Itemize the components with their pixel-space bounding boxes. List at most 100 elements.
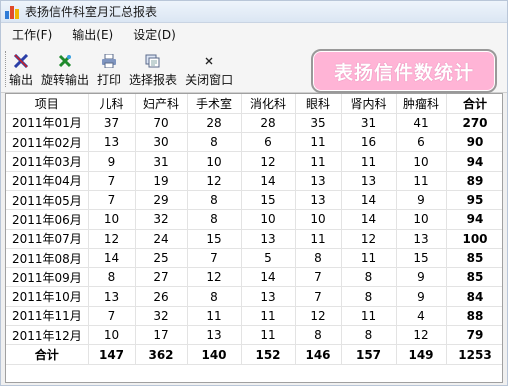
total-cell: 152: [241, 344, 296, 365]
table-cell: 7: [187, 248, 242, 269]
row-label-cell: 2011年02月: [6, 132, 89, 153]
table-cell: 11: [341, 248, 397, 269]
row-label-cell: 2011年03月: [6, 151, 89, 172]
print-label: 打印: [97, 73, 122, 87]
print-button[interactable]: 打印: [97, 53, 121, 88]
table-cell: 29: [135, 190, 188, 211]
toolbar: 输出 旋转输出 打印 选择报表 关闭窗口 表扬信件数统计: [1, 45, 507, 93]
table-cell: 26: [135, 286, 188, 307]
table-row[interactable]: 2011年06月 10 32 8 10 10 14 10 94: [6, 209, 502, 230]
row-total-cell: 85: [446, 267, 502, 288]
table-row[interactable]: 2011年11月 7 32 11 11 12 11 4 88: [6, 306, 502, 327]
table-cell: 32: [135, 209, 188, 230]
table-cell: 7: [88, 171, 136, 191]
table-row[interactable]: 2011年01月 37 70 28 28 35 31 41 270: [6, 113, 502, 134]
row-total-cell: 94: [446, 209, 502, 230]
total-label-cell: 合计: [6, 344, 89, 365]
column-header[interactable]: 肾内科: [341, 94, 397, 114]
column-header[interactable]: 项目: [6, 94, 89, 114]
table-cell: 13: [241, 229, 296, 249]
table-cell: 32: [135, 306, 188, 327]
total-cell: 146: [295, 344, 342, 365]
column-header[interactable]: 眼科: [295, 94, 342, 114]
table-cell: 11: [295, 151, 342, 172]
close-window-label: 关闭窗口: [185, 73, 234, 87]
table-cell: 37: [88, 113, 136, 134]
table-cell: 10: [396, 151, 447, 172]
table-row[interactable]: 2011年05月 7 29 8 15 13 14 9 95: [6, 190, 502, 211]
table-cell: 8: [187, 190, 242, 211]
menu-settings[interactable]: 设定(D): [130, 25, 179, 44]
table-row[interactable]: 2011年03月 9 31 10 12 11 11 10 94: [6, 151, 502, 172]
table-header-row: 项目 儿科 妇产科 手术室 消化科 眼科 肾内科 肿瘤科 合计: [6, 94, 502, 114]
table-cell: 8: [295, 325, 342, 346]
table-cell: 11: [187, 306, 242, 327]
table-cell: 35: [295, 113, 342, 134]
select-report-button[interactable]: 选择报表: [129, 53, 177, 88]
table-cell: 14: [241, 267, 296, 288]
table-cell: 12: [396, 325, 447, 346]
export-label: 输出: [9, 73, 34, 87]
table-cell: 31: [341, 113, 397, 134]
row-total-cell: 89: [446, 171, 502, 191]
table-cell: 6: [396, 132, 447, 153]
table-cell: 13: [88, 286, 136, 307]
table-cell: 13: [295, 171, 342, 191]
row-label-cell: 2011年06月: [6, 209, 89, 230]
column-header[interactable]: 儿科: [88, 94, 136, 114]
table-cell: 9: [88, 151, 136, 172]
table-cell: 27: [135, 267, 188, 288]
table-cell: 8: [187, 209, 242, 230]
table-cell: 13: [241, 286, 296, 307]
column-header[interactable]: 手术室: [187, 94, 242, 114]
table-row[interactable]: 2011年02月 13 30 8 6 11 16 6 90: [6, 132, 502, 153]
select-report-icon: [144, 53, 162, 69]
close-window-button[interactable]: 关闭窗口: [185, 53, 233, 88]
table-cell: 6: [241, 132, 296, 153]
table-cell: 16: [341, 132, 397, 153]
table-cell: 11: [341, 306, 397, 327]
table-cell: 11: [295, 132, 342, 153]
table-cell: 14: [341, 190, 397, 211]
rotate-export-button[interactable]: 旋转输出: [41, 53, 89, 88]
table-row[interactable]: 2011年12月 10 17 13 11 8 8 12 79: [6, 325, 502, 346]
table-cell: 8: [341, 286, 397, 307]
table-row[interactable]: 2011年10月 13 26 8 13 7 8 9 84: [6, 286, 502, 307]
export-button[interactable]: 输出: [9, 53, 33, 88]
total-cell: 157: [341, 344, 397, 365]
menu-export[interactable]: 输出(E): [69, 25, 116, 44]
menu-bar: 工作(F) 输出(E) 设定(D): [1, 23, 507, 45]
table-row[interactable]: 2011年07月 12 24 15 13 11 12 13 100: [6, 229, 502, 249]
table-cell: 7: [295, 286, 342, 307]
table-row[interactable]: 2011年08月 14 25 7 5 8 11 15 85: [6, 248, 502, 269]
table-cell: 11: [341, 151, 397, 172]
table-row[interactable]: 2011年04月 7 19 12 14 13 13 11 89: [6, 171, 502, 191]
toolbar-grip[interactable]: [5, 51, 8, 87]
report-table-container[interactable]: 项目 儿科 妇产科 手术室 消化科 眼科 肾内科 肿瘤科 合计 2011年01月…: [5, 93, 503, 383]
table-total-row[interactable]: 合计 147 362 140 152 146 157 149 1253: [6, 344, 502, 365]
stats-banner: 表扬信件数统计: [311, 49, 497, 93]
total-cell: 140: [187, 344, 242, 365]
row-label-cell: 2011年12月: [6, 325, 89, 346]
menu-work[interactable]: 工作(F): [9, 25, 55, 44]
table-cell: 15: [396, 248, 447, 269]
column-header[interactable]: 妇产科: [135, 94, 188, 114]
table-cell: 13: [88, 132, 136, 153]
table-cell: 11: [241, 306, 296, 327]
row-total-cell: 100: [446, 229, 502, 249]
column-header[interactable]: 消化科: [241, 94, 296, 114]
row-label-cell: 2011年09月: [6, 267, 89, 288]
table-cell: 15: [187, 229, 242, 249]
table-cell: 10: [295, 209, 342, 230]
table-cell: 8: [88, 267, 136, 288]
column-header[interactable]: 合计: [446, 94, 502, 114]
table-cell: 8: [341, 325, 397, 346]
table-row[interactable]: 2011年09月 8 27 12 14 7 8 9 85: [6, 267, 502, 288]
row-total-cell: 84: [446, 286, 502, 307]
table-cell: 8: [187, 286, 242, 307]
column-header[interactable]: 肿瘤科: [396, 94, 447, 114]
table-cell: 25: [135, 248, 188, 269]
row-label-cell: 2011年01月: [6, 113, 89, 134]
table-cell: 8: [187, 132, 242, 153]
banner-title: 表扬信件数统计: [333, 61, 474, 84]
